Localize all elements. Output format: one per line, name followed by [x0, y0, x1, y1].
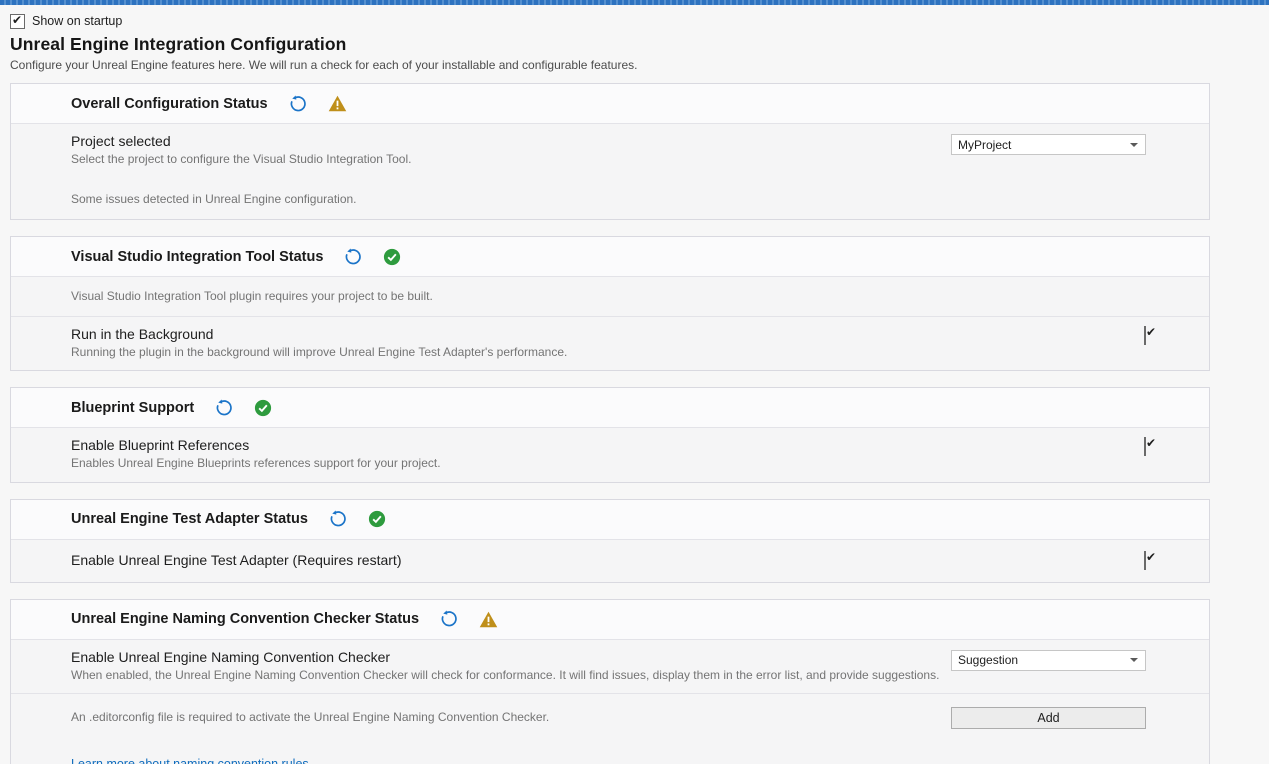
section-overall-configuration-status: Overall Configuration Status Project sel…: [10, 83, 1210, 220]
section-header: Overall Configuration Status: [11, 84, 1209, 124]
editorconfig-required-row: An .editorconfig file is required to act…: [11, 693, 1209, 741]
row-description: Enables Unreal Engine Blueprints referen…: [71, 455, 989, 471]
dropdown-selected-value: MyProject: [958, 138, 1011, 152]
project-selected-row: Project selected Select the project to c…: [11, 124, 1209, 219]
warning-icon: [479, 611, 498, 628]
plugin-build-message-row: Visual Studio Integration Tool plugin re…: [11, 277, 1209, 316]
success-icon: [368, 510, 386, 528]
row-label: Run in the Background: [71, 326, 989, 342]
chevron-down-icon: [1130, 143, 1138, 147]
refresh-icon[interactable]: [329, 510, 347, 528]
show-on-startup-checkbox[interactable]: [10, 14, 25, 29]
run-in-background-checkbox[interactable]: [1144, 326, 1146, 345]
section-naming-convention-checker-status: Unreal Engine Naming Convention Checker …: [10, 599, 1210, 764]
page-title: Unreal Engine Integration Configuration: [10, 34, 1259, 55]
refresh-icon[interactable]: [440, 610, 458, 628]
row-label: Enable Unreal Engine Test Adapter (Requi…: [71, 552, 989, 568]
refresh-icon[interactable]: [344, 248, 362, 266]
learn-more-row: Learn more about naming convention rules: [11, 741, 1209, 764]
learn-more-link[interactable]: Learn more about naming convention rules: [71, 757, 309, 764]
row-description: Select the project to configure the Visu…: [71, 151, 989, 167]
show-on-startup-row: Show on startup: [10, 12, 1259, 30]
chevron-down-icon: [1130, 658, 1138, 662]
row-description: Running the plugin in the background wil…: [71, 344, 989, 360]
success-icon: [254, 399, 272, 417]
page-subtitle: Configure your Unreal Engine features he…: [10, 58, 1259, 72]
enable-blueprint-references-row: Enable Blueprint References Enables Unre…: [11, 428, 1209, 481]
section-title: Unreal Engine Naming Convention Checker …: [71, 611, 419, 627]
run-in-background-row: Run in the Background Running the plugin…: [11, 316, 1209, 370]
section-header: Blueprint Support: [11, 388, 1209, 428]
section-title: Overall Configuration Status: [71, 96, 268, 112]
section-title: Unreal Engine Test Adapter Status: [71, 511, 308, 527]
refresh-icon[interactable]: [215, 399, 233, 417]
refresh-icon[interactable]: [289, 95, 307, 113]
section-vs-integration-tool-status: Visual Studio Integration Tool Status Vi…: [10, 236, 1210, 371]
enable-test-adapter-row: Enable Unreal Engine Test Adapter (Requi…: [11, 540, 1209, 582]
configuration-page: Show on startup Unreal Engine Integratio…: [0, 5, 1269, 764]
enable-test-adapter-checkbox[interactable]: [1144, 551, 1146, 570]
row-label: Enable Blueprint References: [71, 437, 989, 453]
show-on-startup-label: Show on startup: [32, 14, 122, 28]
success-icon: [383, 248, 401, 266]
status-message: Visual Studio Integration Tool plugin re…: [71, 286, 989, 306]
row-label: Project selected: [71, 133, 989, 149]
section-blueprint-support: Blueprint Support Enable Blueprint Refer…: [10, 387, 1210, 482]
row-description: When enabled, the Unreal Engine Naming C…: [71, 667, 989, 683]
status-message: An .editorconfig file is required to act…: [71, 707, 989, 727]
section-header: Visual Studio Integration Tool Status: [11, 237, 1209, 277]
row-label: Enable Unreal Engine Naming Convention C…: [71, 649, 989, 665]
status-message: Some issues detected in Unreal Engine co…: [71, 189, 989, 209]
project-select-dropdown[interactable]: MyProject: [951, 134, 1146, 155]
enable-naming-checker-row: Enable Unreal Engine Naming Convention C…: [11, 640, 1209, 693]
section-header: Unreal Engine Test Adapter Status: [11, 500, 1209, 540]
section-title: Visual Studio Integration Tool Status: [71, 249, 323, 265]
dropdown-selected-value: Suggestion: [958, 653, 1018, 667]
naming-checker-severity-dropdown[interactable]: Suggestion: [951, 650, 1146, 671]
enable-blueprint-references-checkbox[interactable]: [1144, 437, 1146, 456]
section-header: Unreal Engine Naming Convention Checker …: [11, 600, 1209, 640]
warning-icon: [328, 95, 347, 112]
section-title: Blueprint Support: [71, 400, 194, 416]
section-test-adapter-status: Unreal Engine Test Adapter Status Enable…: [10, 499, 1210, 583]
add-editorconfig-button[interactable]: Add: [951, 707, 1146, 729]
